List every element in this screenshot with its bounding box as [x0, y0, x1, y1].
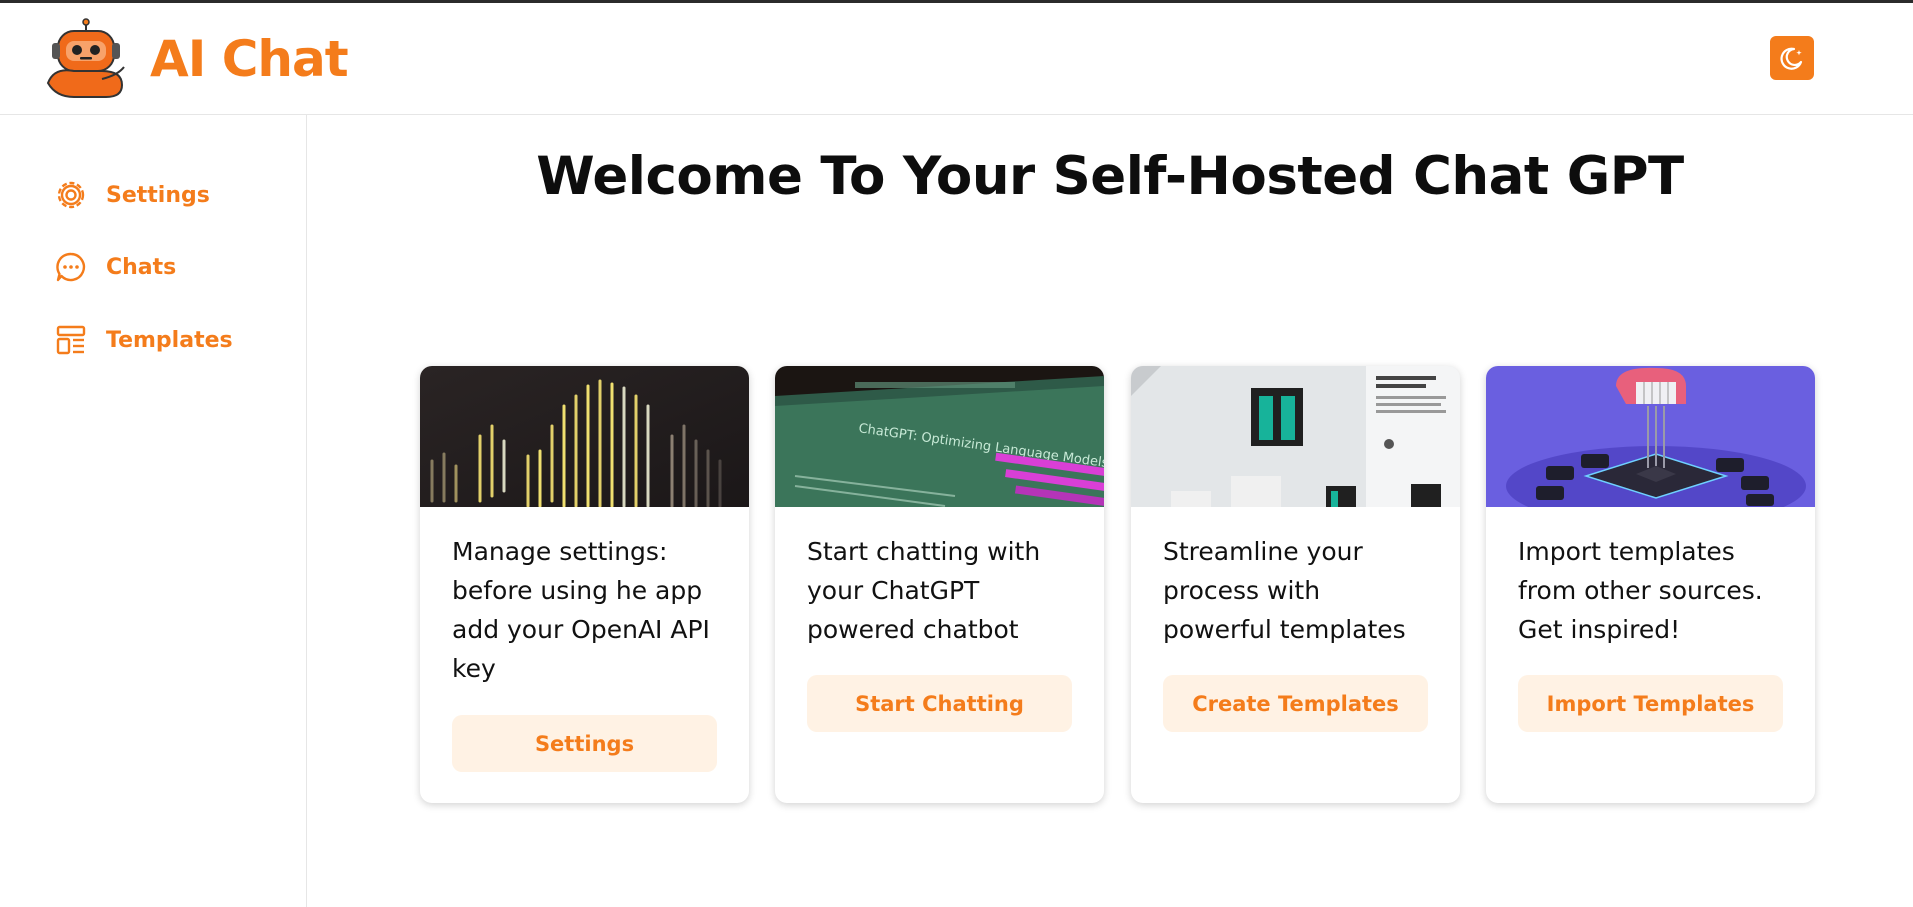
template-layout-icon [56, 325, 86, 355]
gear-icon [57, 181, 85, 209]
card-description: Manage settings: before using he app add… [452, 537, 710, 683]
sidebar: Settings Chats Templates [0, 115, 307, 907]
card-chats: ChatGPT: Optimizing Language Models for … [775, 366, 1104, 803]
sidebar-item-label: Templates [106, 327, 233, 353]
templates-ui-image [1131, 366, 1460, 507]
sidebar-item-label: Chats [106, 254, 177, 280]
chat-bubble-icon [56, 252, 86, 282]
sidebar-item-label: Settings [106, 182, 210, 208]
chatgpt-screen-image: ChatGPT: Optimizing Language Models for … [775, 366, 1104, 507]
import-templates-button[interactable]: Import Templates [1518, 675, 1783, 732]
create-templates-button[interactable]: Create Templates [1163, 675, 1428, 732]
page-title: Welcome To Your Self-Hosted Chat GPT [536, 146, 1684, 207]
card-templates: Streamline your process with powerful te… [1131, 366, 1460, 803]
code-terminal-image [420, 366, 749, 507]
card-description: Import templates from other sources. Get… [1518, 537, 1763, 644]
settings-button[interactable]: Settings [452, 715, 717, 772]
moon-icon [1780, 47, 1803, 70]
top-header: AI Chat [0, 3, 1913, 115]
theme-toggle-button[interactable] [1770, 36, 1814, 80]
brand[interactable]: AI Chat [44, 17, 349, 101]
card-import: Import templates from other sources. Get… [1486, 366, 1815, 803]
card-description: Streamline your process with powerful te… [1163, 537, 1406, 644]
start-chatting-button[interactable]: Start Chatting [807, 675, 1072, 732]
sidebar-item-chats[interactable]: Chats [54, 247, 176, 287]
app-title: AI Chat [150, 30, 349, 88]
card-description: Start chatting with your ChatGPT powered… [807, 537, 1041, 644]
import-chip-image [1486, 366, 1815, 507]
sidebar-item-settings[interactable]: Settings [54, 175, 210, 215]
robot-logo-icon [46, 18, 125, 98]
card-settings: Manage settings: before using he app add… [420, 366, 749, 803]
sidebar-item-templates[interactable]: Templates [54, 320, 233, 360]
